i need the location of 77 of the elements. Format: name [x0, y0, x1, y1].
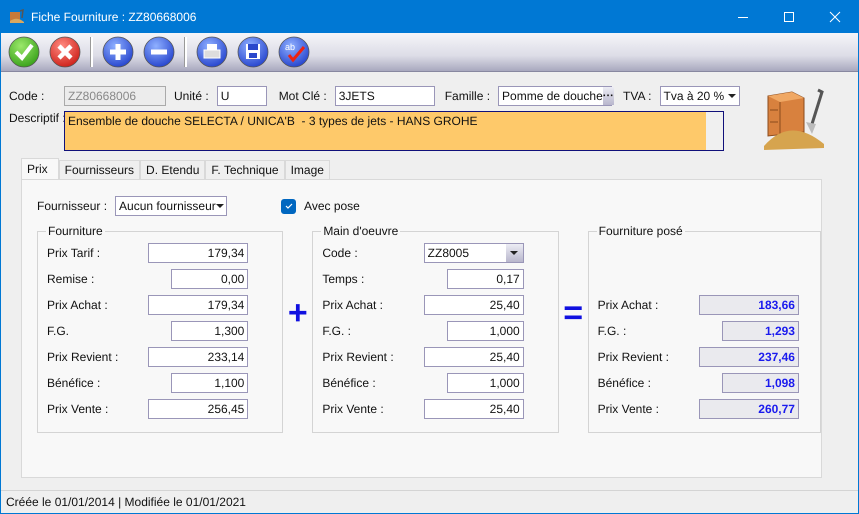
- field-label: Bénéfice :: [598, 376, 651, 390]
- field-label: Prix Achat :: [322, 298, 384, 312]
- number-field[interactable]: 233,14: [148, 347, 248, 367]
- operator-sign: =: [562, 294, 584, 333]
- number-field[interactable]: 0,00: [171, 269, 248, 289]
- computed-field: 1,098: [722, 373, 799, 393]
- family-label: Famille :: [444, 89, 490, 103]
- number-field[interactable]: 25,40: [424, 399, 524, 419]
- vat-label: TVA :: [623, 89, 652, 103]
- field-label: Prix Vente :: [322, 402, 384, 416]
- unit-field[interactable]: U: [216, 86, 267, 106]
- field-label: Prix Revient :: [322, 350, 394, 364]
- number-field[interactable]: 0,17: [446, 269, 524, 289]
- computed-field: 237,46: [698, 347, 799, 367]
- field-label: Bénéfice :: [322, 376, 376, 390]
- cross-icon[interactable]: [49, 36, 81, 68]
- number-field[interactable]: 1,000: [446, 321, 524, 341]
- field-label: Code :: [322, 246, 358, 260]
- keyword-field[interactable]: 3JETS: [334, 86, 435, 106]
- number-field[interactable]: 25,40: [424, 295, 524, 315]
- supplier-dropdown[interactable]: Aucun fournisseur: [115, 196, 228, 216]
- field-label: F.G.: [47, 324, 70, 338]
- number-field[interactable]: 25,40: [424, 347, 524, 367]
- number-field[interactable]: 179,34: [148, 295, 248, 315]
- checkbox-label: Avec pose: [304, 199, 360, 213]
- caret-icon: [728, 94, 736, 98]
- field-label: Bénéfice :: [47, 376, 100, 390]
- field-label: F.G. :: [322, 324, 351, 338]
- field-label: Prix Vente :: [598, 402, 659, 416]
- number-field[interactable]: 179,34: [148, 243, 248, 263]
- code-dropdown[interactable]: ZZ8005: [424, 243, 524, 263]
- browse-button[interactable]: ···: [602, 87, 614, 105]
- field-label: Remise :: [47, 272, 94, 286]
- tab[interactable]: Fournisseurs: [58, 160, 140, 179]
- field-label: Prix Vente :: [47, 402, 108, 416]
- supplier-label: Fournisseur :: [37, 199, 108, 213]
- computed-field: 1,293: [722, 321, 799, 341]
- checkbox[interactable]: [281, 198, 296, 214]
- group-title: Fourniture posé: [598, 224, 684, 238]
- field-label: Prix Achat :: [47, 298, 108, 312]
- tab[interactable]: D. Etendu: [140, 160, 206, 179]
- scrollbar[interactable]: [706, 112, 723, 150]
- window-title: Fiche Fourniture : ZZ80668006: [31, 10, 198, 24]
- floppy-disk-icon[interactable]: [237, 36, 269, 68]
- crate-icon: [9, 9, 25, 25]
- caret-icon: [216, 204, 224, 208]
- computed-field: 260,77: [698, 399, 799, 419]
- caret-icon: [510, 251, 518, 255]
- keyword-label: Mot Clé :: [278, 89, 327, 103]
- tab[interactable]: Prix: [21, 158, 59, 179]
- field-label: Prix Tarif :: [47, 246, 100, 260]
- unit-label: Unité :: [174, 89, 209, 103]
- check-icon: [284, 201, 294, 211]
- vat-dropdown[interactable]: Tva à 20 %: [660, 86, 740, 106]
- status-text: Créée le 01/01/2014 | Modifiée le 01/01/2021: [6, 495, 246, 509]
- computed-field: 183,66: [698, 295, 799, 315]
- group-title: Fourniture: [47, 224, 104, 238]
- number-field[interactable]: 1,100: [171, 373, 248, 393]
- tab[interactable]: F. Technique: [205, 160, 285, 179]
- description-field[interactable]: Ensemble de douche SELECTA / UNICA'B - 3 types de jets - HANS GROHE: [64, 111, 724, 151]
- field-label: Prix Revient :: [598, 350, 669, 364]
- code-label: Code :: [9, 89, 46, 103]
- operator-sign: +: [286, 294, 309, 333]
- field-label: Prix Revient :: [47, 350, 118, 364]
- tab[interactable]: Image: [284, 160, 330, 179]
- field-label: Temps :: [322, 272, 364, 286]
- plus-icon[interactable]: [102, 36, 134, 68]
- number-field[interactable]: 1,000: [446, 373, 524, 393]
- check-icon[interactable]: [8, 36, 40, 68]
- group-title: Main d'oeuvre: [322, 224, 400, 238]
- number-field[interactable]: 256,45: [148, 399, 248, 419]
- minus-icon[interactable]: [143, 36, 175, 68]
- printer-icon[interactable]: [196, 36, 228, 68]
- field-label: Prix Achat :: [598, 298, 658, 312]
- field-label: F.G. :: [598, 324, 626, 338]
- family-field[interactable]: Pomme de douche···: [498, 86, 612, 106]
- number-field[interactable]: 1,300: [171, 321, 248, 341]
